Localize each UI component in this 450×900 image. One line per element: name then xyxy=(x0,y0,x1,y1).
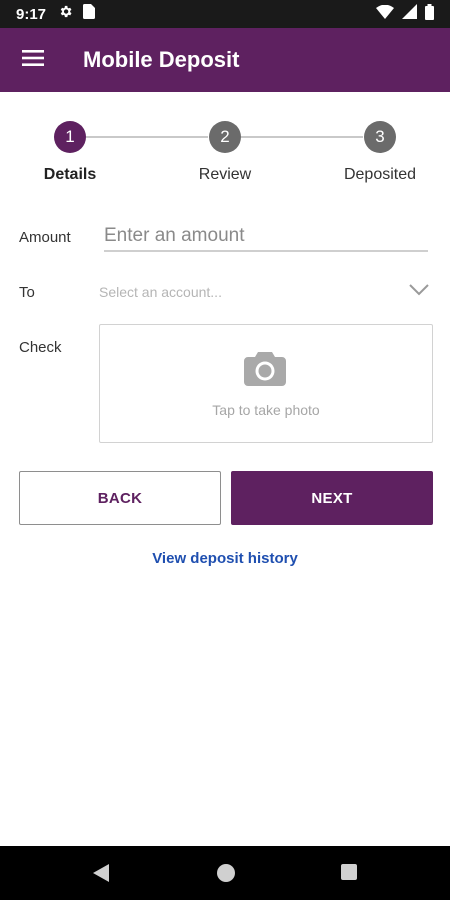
account-select[interactable]: Select an account... xyxy=(99,277,433,307)
menu-button[interactable] xyxy=(0,28,66,92)
photo-prompt: Tap to take photo xyxy=(212,402,320,418)
page-title: Mobile Deposit xyxy=(83,47,240,72)
next-button[interactable]: NEXT xyxy=(231,471,433,525)
view-deposit-history-link[interactable]: View deposit history xyxy=(0,550,450,567)
deposit-stepper: 1 2 3 Details Review Deposited xyxy=(0,110,450,200)
camera-icon xyxy=(244,352,286,391)
home-circle-icon[interactable] xyxy=(216,863,236,888)
back-button[interactable]: BACK xyxy=(19,471,221,525)
status-bar: 9:17 xyxy=(0,0,450,28)
amount-label: Amount xyxy=(19,229,71,246)
signal-icon xyxy=(402,4,417,24)
account-select-placeholder: Select an account... xyxy=(99,284,222,300)
recents-square-icon[interactable] xyxy=(340,863,358,886)
step-2-label: Review xyxy=(198,166,252,183)
sim-card-icon xyxy=(83,4,96,24)
step-1-label: Details xyxy=(43,166,97,183)
step-2-indicator: 2 xyxy=(209,121,241,153)
step-connector xyxy=(241,136,363,138)
step-2-number: 2 xyxy=(220,127,230,146)
step-connector xyxy=(86,136,208,138)
check-label: Check xyxy=(19,339,62,356)
chevron-down-icon xyxy=(409,283,429,301)
status-left-icons xyxy=(58,4,96,24)
system-nav-bar xyxy=(0,846,450,900)
hamburger-menu-icon xyxy=(22,49,44,71)
status-time: 9:17 xyxy=(16,5,47,23)
battery-icon xyxy=(425,3,434,25)
amount-input[interactable] xyxy=(104,222,428,252)
step-3-number: 3 xyxy=(375,127,385,146)
step-3-label: Deposited xyxy=(343,166,417,183)
back-triangle-icon[interactable] xyxy=(92,863,110,888)
gear-icon xyxy=(58,4,73,24)
step-3-indicator: 3 xyxy=(364,121,396,153)
to-label: To xyxy=(19,284,35,301)
wifi-icon xyxy=(376,4,394,24)
status-right-icons xyxy=(376,3,434,25)
step-1-indicator: 1 xyxy=(54,121,86,153)
step-1-number: 1 xyxy=(65,127,75,146)
app-bar: Mobile Deposit xyxy=(0,28,450,92)
check-photo-capture[interactable]: Tap to take photo xyxy=(99,324,433,443)
